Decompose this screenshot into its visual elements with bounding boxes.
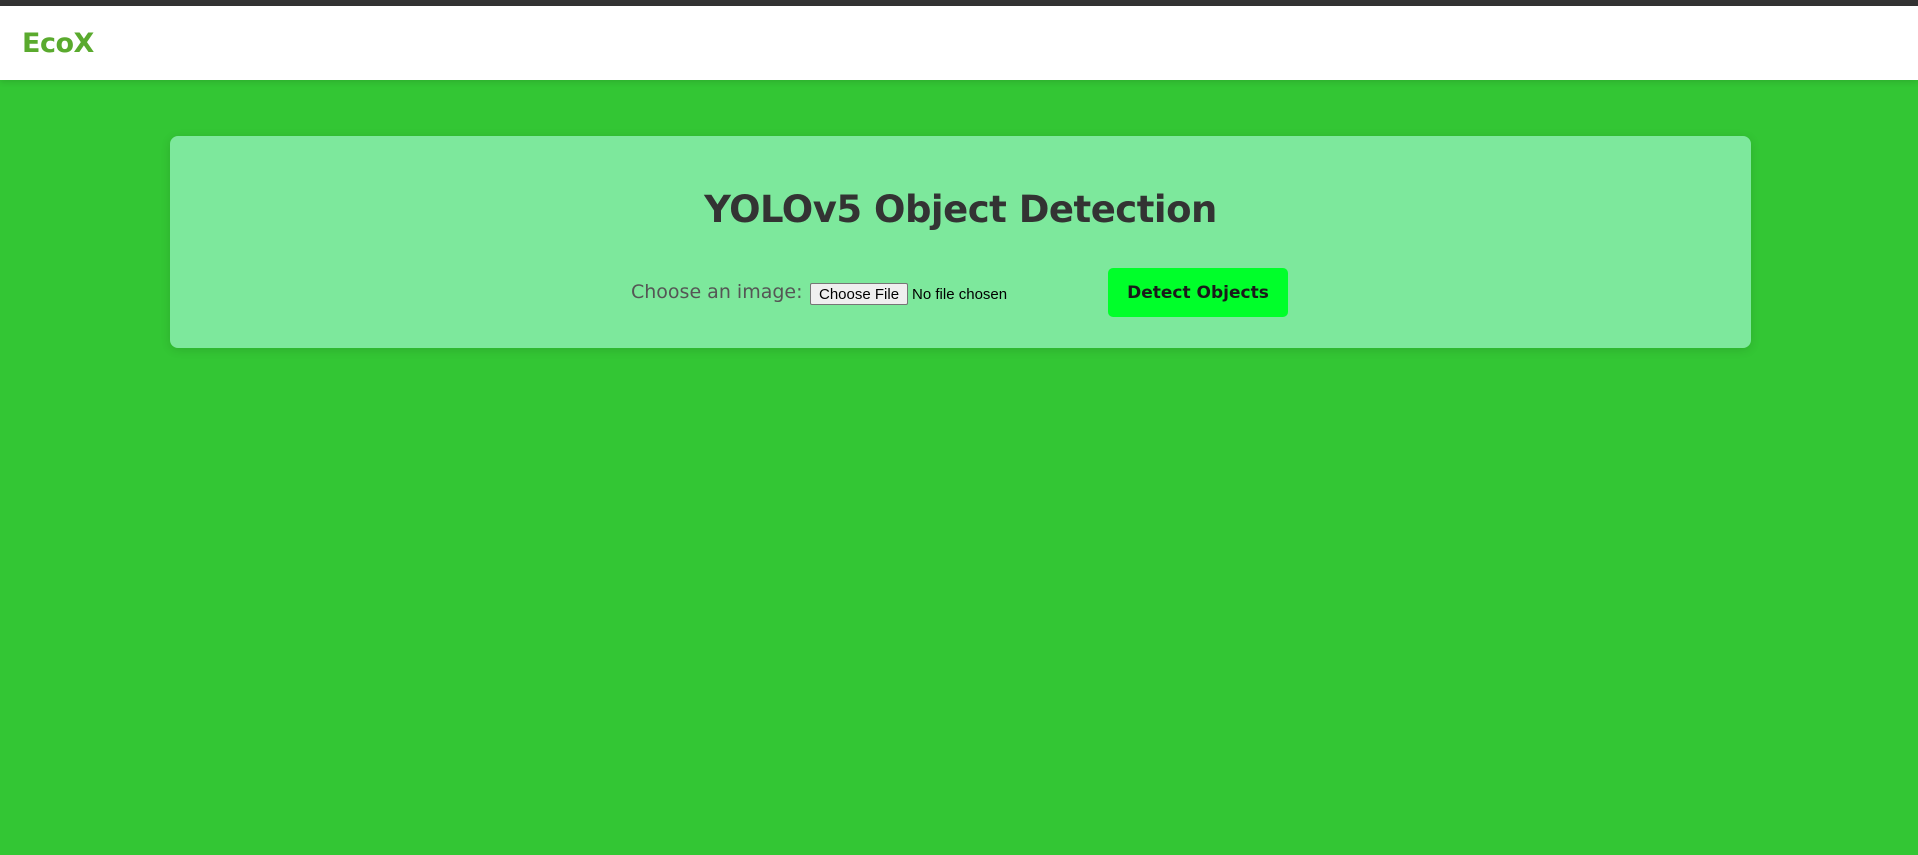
navbar: EcoX	[0, 6, 1918, 80]
page-title: YOLOv5 Object Detection	[704, 188, 1217, 231]
detect-objects-button[interactable]: Detect Objects	[1108, 268, 1288, 317]
choose-file-button[interactable]: Choose File	[810, 283, 909, 305]
file-input[interactable]: Choose File No file chosen	[810, 283, 1007, 305]
detection-card: YOLOv5 Object Detection Choose an image:…	[170, 136, 1751, 348]
file-status-text: No file chosen	[912, 285, 1008, 303]
file-input-label: Choose an image:	[631, 281, 803, 303]
brand-logo[interactable]: EcoX	[22, 28, 94, 59]
